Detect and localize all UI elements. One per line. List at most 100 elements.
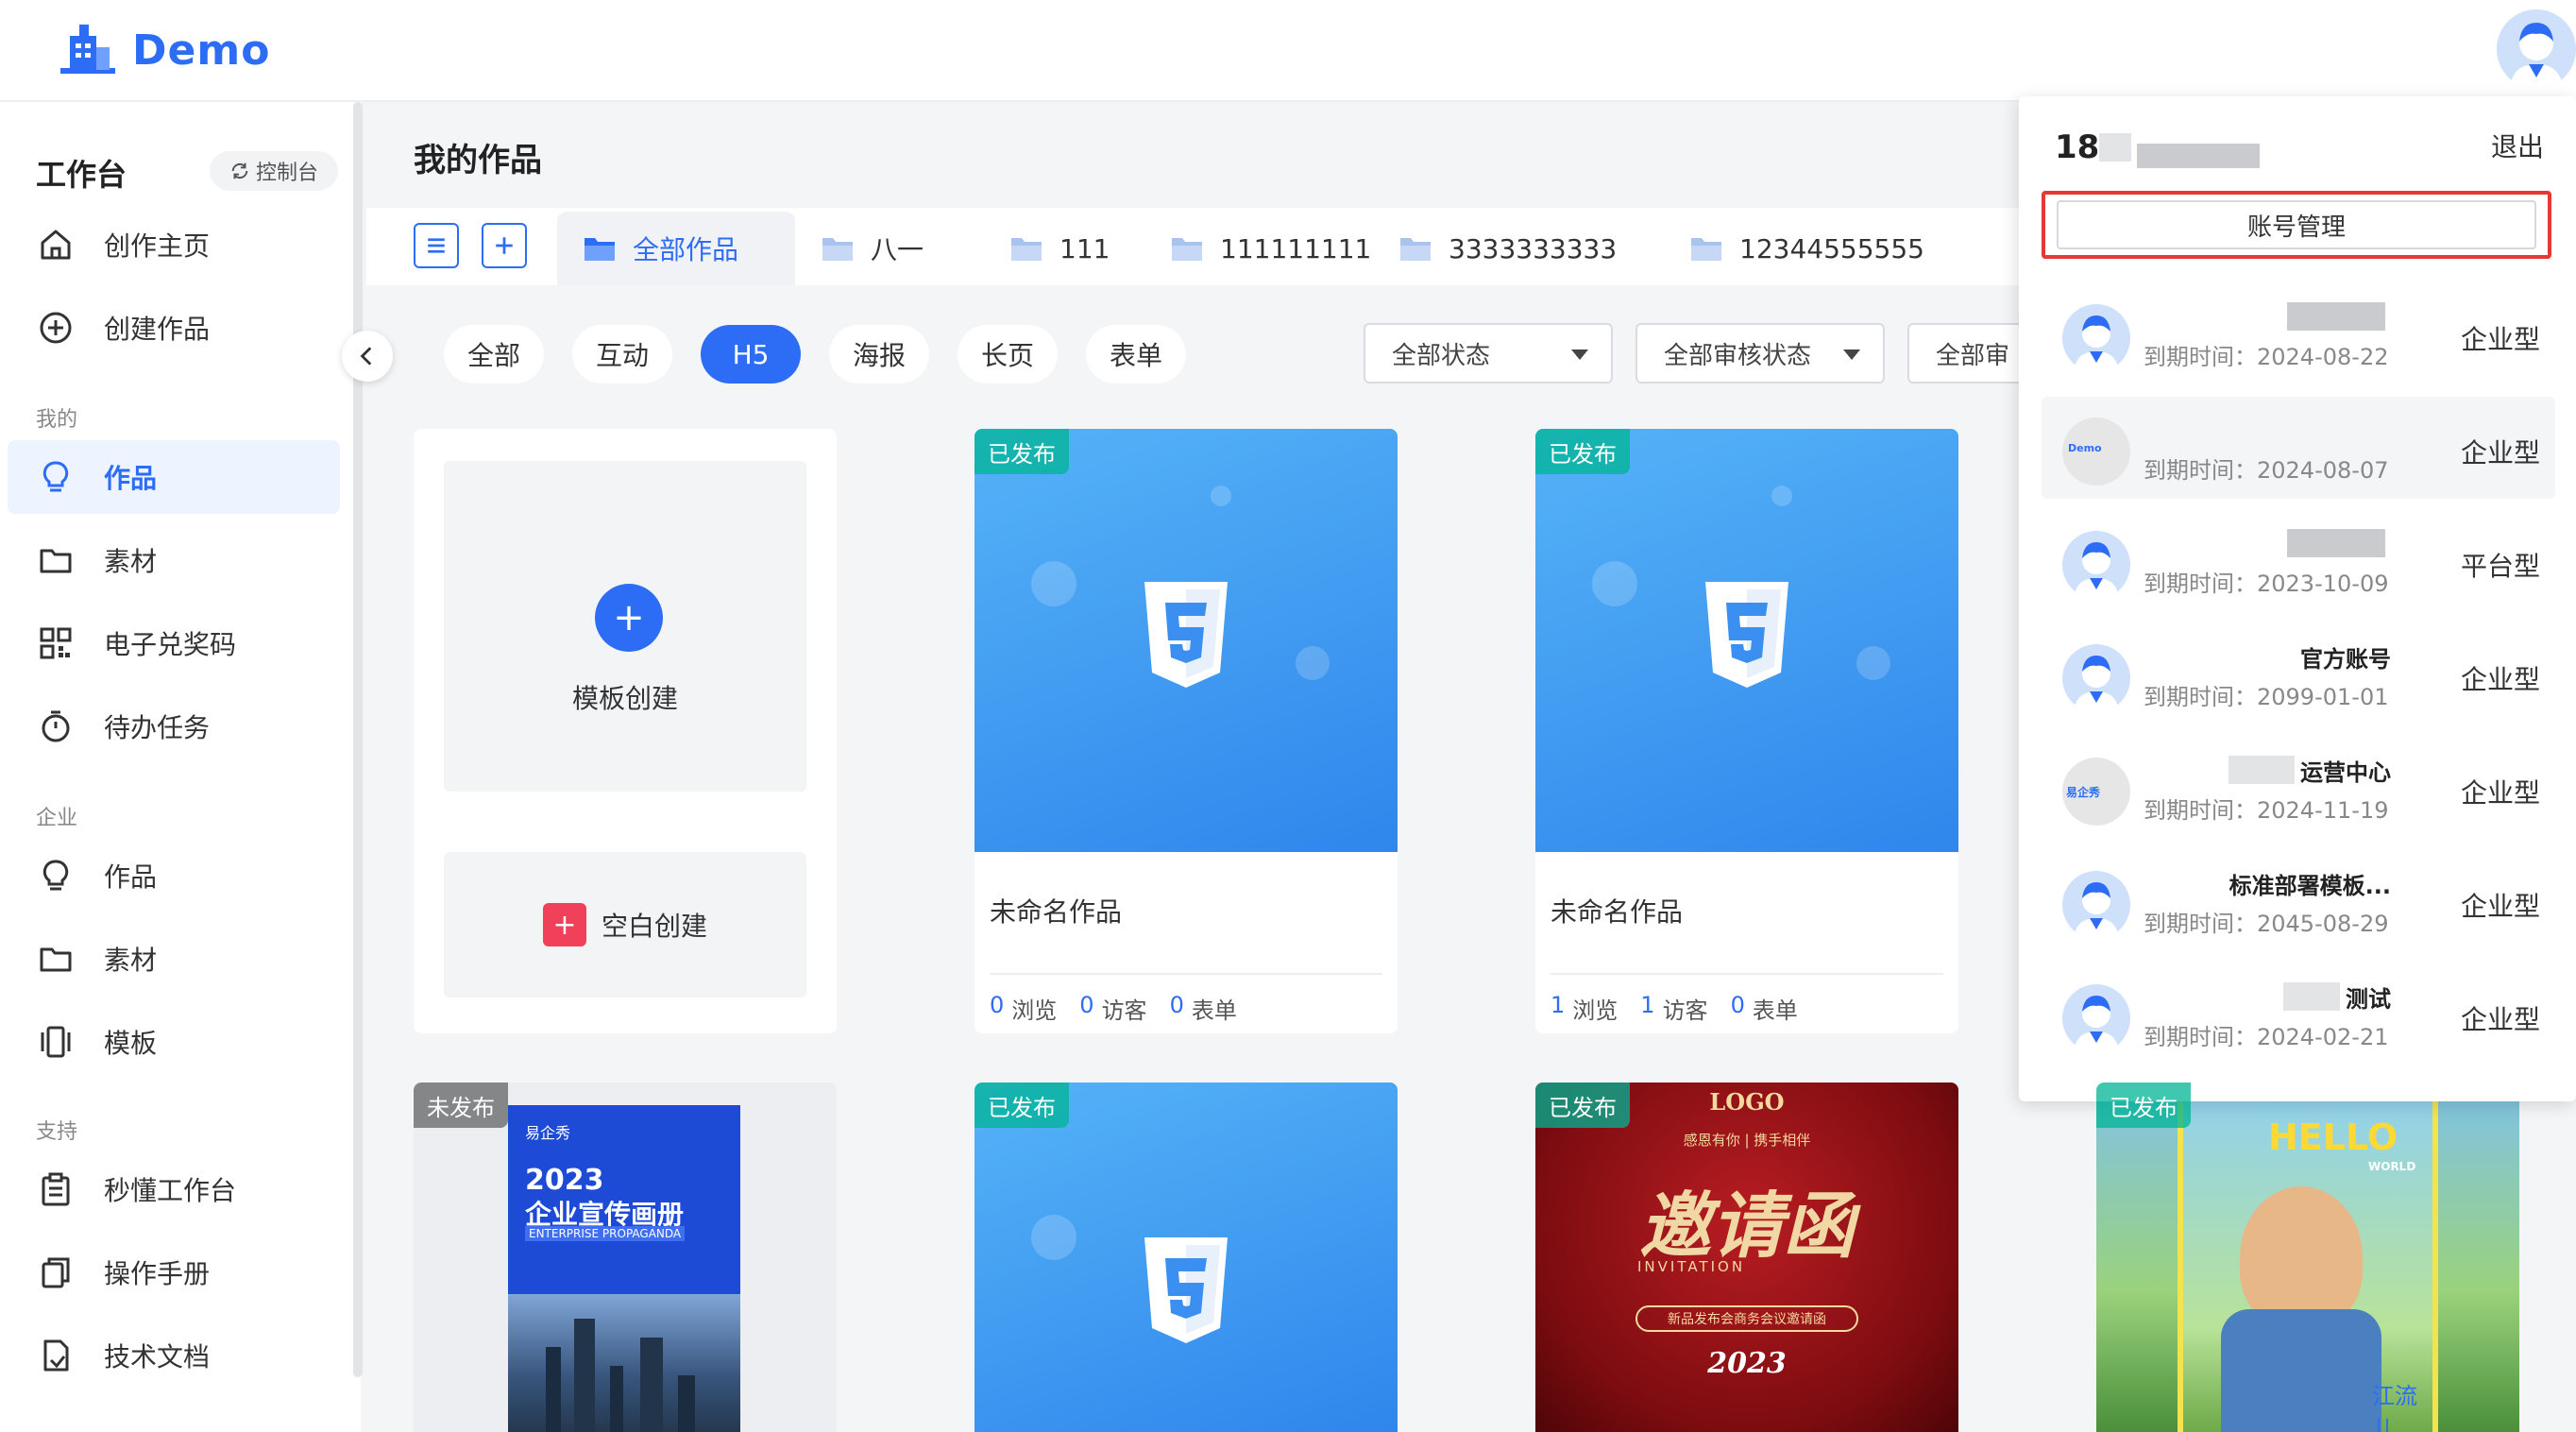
plus-icon [496, 237, 513, 254]
account-expiry: 到期时间：2045-08-29 [2144, 911, 2389, 937]
visitors-count: 0 [1079, 992, 1094, 1018]
sidebar-item-ent-works[interactable]: 作品 [8, 839, 340, 912]
account-item[interactable]: 到期时间：2024-08-22 企业型 [2042, 283, 2555, 385]
user-icon [2074, 315, 2119, 372]
sidebar-item-label: 秒懂工作台 [104, 1175, 237, 1206]
menu-icon [428, 238, 445, 253]
redacted-mask [2283, 982, 2340, 1011]
folder-icon [1400, 238, 1431, 261]
decor-bubble [1211, 486, 1231, 506]
template-create-button[interactable]: + 模板创建 [444, 461, 806, 792]
folder-tab-all[interactable]: 全部作品 [557, 212, 795, 285]
page-title: 我的作品 [414, 142, 542, 179]
work-card[interactable]: 已发布 未命名作品 0 浏览 0 访客 0 表单 [974, 429, 1398, 1033]
sidebar-item-quick-guide[interactable]: 秒懂工作台 [8, 1152, 340, 1226]
status-select[interactable]: 全部状态 [1364, 323, 1613, 384]
sidebar-item-ent-templates[interactable]: 模板 [8, 1005, 340, 1079]
filter-long-page[interactable]: 长页 [958, 325, 1058, 384]
account-expiry: 到期时间：2024-02-21 [2144, 1024, 2389, 1050]
plus-icon: + [542, 903, 586, 946]
folder-icon [1691, 238, 1721, 261]
section-label-mine: 我的 [36, 408, 78, 432]
sidebar-item-label: 素材 [104, 945, 158, 976]
brochure-cover: 易企秀 2023 企业宣传画册 ENTERPRISE PROPAGANDA [508, 1105, 740, 1432]
refresh-icon [231, 162, 248, 179]
sidebar-item-home[interactable]: 创作主页 [8, 208, 340, 281]
user-avatar [2062, 304, 2130, 372]
blank-create-button[interactable]: + 空白创建 [444, 852, 806, 997]
work-card-brochure[interactable]: 未发布 易企秀 2023 企业宣传画册 ENTERPRISE PROPAGAND… [414, 1083, 837, 1432]
folder-tab-4[interactable]: 3333333333 [1373, 212, 1643, 285]
add-folder-button[interactable] [482, 223, 527, 268]
folder-icon [822, 238, 853, 261]
html5-icon [1144, 582, 1228, 688]
sidebar-item-label: 电子兑奖码 [104, 629, 237, 660]
folder-tab-label: 3333333333 [1449, 232, 1618, 264]
brand-logo[interactable]: Demo [57, 17, 270, 83]
folder-tab-1[interactable]: 八一 [795, 212, 950, 285]
folder-tab-label: 12344555555 [1739, 232, 1924, 264]
account-item[interactable]: Demo 到期时间：2024-08-07 企业型 [2042, 397, 2555, 499]
sidebar-item-manual[interactable]: 操作手册 [8, 1236, 340, 1309]
account-item[interactable]: 易企秀 运营中心 到期时间：2024-11-19 企业型 [2042, 737, 2555, 839]
demo-avatar: Demo [2062, 418, 2130, 486]
filter-interactive[interactable]: 互动 [572, 325, 672, 384]
status-badge: 已发布 [974, 1083, 1069, 1128]
sidebar-item-tech-docs[interactable]: 技术文档 [8, 1319, 340, 1392]
views-label: 浏览 [1572, 997, 1618, 1024]
invitation-title: 邀请函 [1639, 1184, 1855, 1268]
sidebar-item-redeem-codes[interactable]: 电子兑奖码 [8, 606, 340, 680]
plus-circle-icon [40, 312, 72, 344]
sidebar: 工作台 控制台 创作主页 创建作品 我的 作品 素材 电子兑奖码 待办任务 企业… [0, 102, 363, 1432]
sidebar-item-my-assets[interactable]: 素材 [8, 523, 340, 597]
control-panel-button[interactable]: 控制台 [210, 151, 338, 191]
user-avatar[interactable] [2497, 9, 2576, 89]
account-name [2164, 525, 2391, 561]
user-icon [2074, 656, 2119, 712]
logout-button[interactable]: 退出 [2491, 127, 2544, 164]
sidebar-item-my-works[interactable]: 作品 [8, 440, 340, 514]
folder-tab-2[interactable]: 111 [984, 212, 1136, 285]
filter-h5[interactable]: H5 [701, 325, 801, 384]
account-manage-button[interactable]: 账号管理 [2057, 200, 2536, 249]
account-phone: 18 [2055, 127, 2261, 168]
account-expiry: 到期时间：2024-08-22 [2144, 344, 2389, 370]
work-name: 未命名作品 [1551, 896, 1684, 928]
sidebar-collapse-button[interactable] [342, 331, 393, 382]
work-card-invitation[interactable]: 已发布 LOGO 感恩有你 | 携手相伴 邀请函 INVITATION 新品发布… [1535, 1083, 1958, 1432]
filter-all[interactable]: 全部 [444, 325, 544, 384]
folder-icon [585, 238, 615, 261]
folder-tab-3[interactable]: 111111111 [1144, 212, 1398, 285]
sidebar-item-label: 素材 [104, 546, 158, 577]
template-create-label: 模板创建 [571, 683, 678, 714]
account-item[interactable]: 到期时间：2023-10-09 平台型 [2042, 510, 2555, 612]
account-item[interactable]: 标准部署模板... 到期时间：2045-08-29 企业型 [2042, 850, 2555, 952]
doc-icon [43, 1339, 69, 1372]
forms-label: 表单 [1752, 997, 1798, 1024]
section-label-enterprise: 企业 [36, 807, 78, 830]
work-card-kids[interactable]: 已发布 HELLO WORLD 江流儿 [2096, 1083, 2519, 1432]
work-card[interactable]: 已发布 未命名作品 1 浏览 1 访客 0 表单 [1535, 429, 1958, 1033]
status-badge: 已发布 [2096, 1083, 2191, 1128]
work-stats: 1 浏览 1 访客 0 表单 [1551, 992, 1798, 1025]
decor-bubble [1031, 1215, 1076, 1260]
demo-avatar-text: Demo [2068, 442, 2102, 454]
account-item[interactable]: 官方账号 到期时间：2099-01-01 企业型 [2042, 623, 2555, 725]
list-view-button[interactable] [414, 223, 459, 268]
filter-form[interactable]: 表单 [1086, 325, 1186, 384]
sidebar-item-ent-assets[interactable]: 素材 [8, 922, 340, 996]
sidebar-scrollbar[interactable] [353, 102, 363, 1377]
sidebar-item-todo[interactable]: 待办任务 [8, 690, 340, 763]
plus-icon: + [595, 584, 663, 652]
review-status-select[interactable]: 全部审核状态 [1635, 323, 1885, 384]
decor-bubble [1771, 486, 1792, 506]
account-expiry: 到期时间：2024-08-07 [2144, 457, 2389, 484]
work-card-h5[interactable]: 已发布 [974, 1083, 1398, 1432]
manual-icon [42, 1257, 70, 1288]
folder-tab-5[interactable]: 12344555555 [1664, 212, 1951, 285]
account-item[interactable]: 测试 到期时间：2024-02-21 企业型 [2042, 963, 2555, 1065]
folder-tab-label: 全部作品 [633, 234, 739, 265]
sidebar-item-create[interactable]: 创建作品 [8, 291, 340, 365]
sidebar-item-label: 待办任务 [104, 712, 211, 743]
filter-poster[interactable]: 海报 [829, 325, 929, 384]
